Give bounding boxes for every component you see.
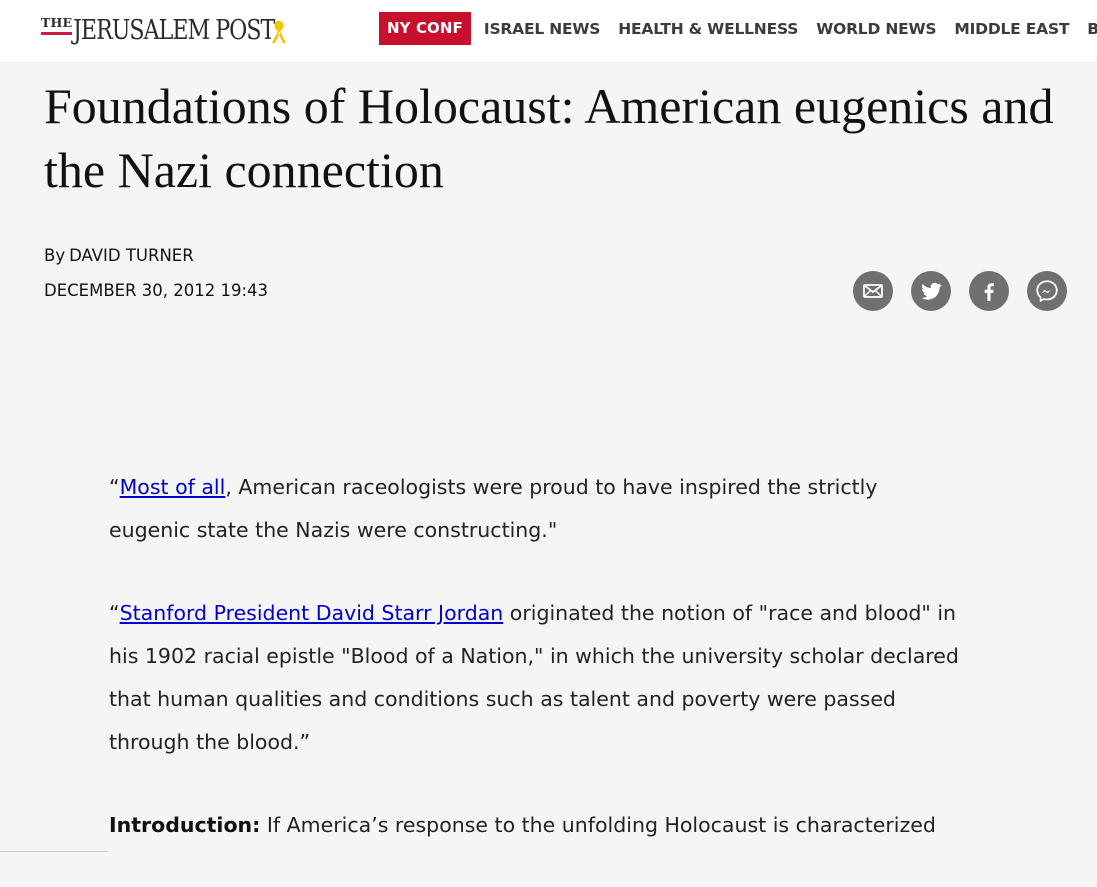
messenger-share-button[interactable] bbox=[1027, 271, 1067, 311]
nav-israel-news[interactable]: ISRAEL NEWS bbox=[475, 20, 609, 38]
facebook-icon bbox=[984, 283, 994, 301]
paragraph-text: , American raceologists were proud to ha… bbox=[109, 475, 878, 542]
messenger-icon bbox=[1036, 280, 1058, 303]
paragraph-text: If America’s response to the unfolding H… bbox=[260, 813, 936, 837]
logo-name: JERUSALEM POST bbox=[73, 15, 275, 46]
david-starr-jordan-link[interactable]: Stanford President David Starr Jordan bbox=[120, 601, 504, 625]
twitter-icon bbox=[921, 282, 942, 300]
email-icon bbox=[863, 284, 883, 298]
site-header: THE JERUSALEM POST NY CONF ISRAEL NEWS H… bbox=[0, 0, 1097, 63]
facebook-share-button[interactable] bbox=[969, 271, 1009, 311]
nav-ny-conf[interactable]: NY CONF bbox=[379, 12, 471, 45]
nav-business[interactable]: BUSIN bbox=[1078, 20, 1097, 38]
share-buttons bbox=[853, 271, 1067, 311]
article-title: Foundations of Holocaust: American eugen… bbox=[44, 78, 1054, 198]
article-body: “Most of all, American raceologists were… bbox=[109, 466, 959, 887]
article-paragraph: “Stanford President David Starr Jordan o… bbox=[109, 592, 959, 764]
nav-world-news[interactable]: WORLD NEWS bbox=[807, 20, 945, 38]
most-of-all-link[interactable]: Most of all bbox=[120, 475, 226, 499]
introduction-label: Introduction: bbox=[109, 813, 261, 837]
email-share-button[interactable] bbox=[853, 271, 893, 311]
open-quote: “ bbox=[109, 601, 120, 625]
logo-the: THE bbox=[41, 16, 73, 35]
nav-health-wellness[interactable]: HEALTH & WELLNESS bbox=[609, 20, 807, 38]
twitter-share-button[interactable] bbox=[911, 271, 951, 311]
byline-prefix: By bbox=[44, 246, 66, 265]
open-quote: “ bbox=[109, 475, 120, 499]
author-name[interactable]: DAVID TURNER bbox=[69, 246, 194, 265]
article-paragraph: Introduction: If America’s response to t… bbox=[109, 804, 959, 847]
nav-middle-east[interactable]: MIDDLE EAST bbox=[945, 20, 1078, 38]
article-paragraph: “Most of all, American raceologists were… bbox=[109, 466, 959, 552]
byline: By DAVID TURNER bbox=[44, 246, 194, 265]
main-nav: NY CONF ISRAEL NEWS HEALTH & WELLNESS WO… bbox=[379, 12, 1097, 45]
site-logo[interactable]: THE JERUSALEM POST bbox=[41, 14, 319, 48]
publish-date: DECEMBER 30, 2012 19:43 bbox=[44, 281, 269, 300]
yellow-ribbon-icon bbox=[272, 21, 286, 43]
